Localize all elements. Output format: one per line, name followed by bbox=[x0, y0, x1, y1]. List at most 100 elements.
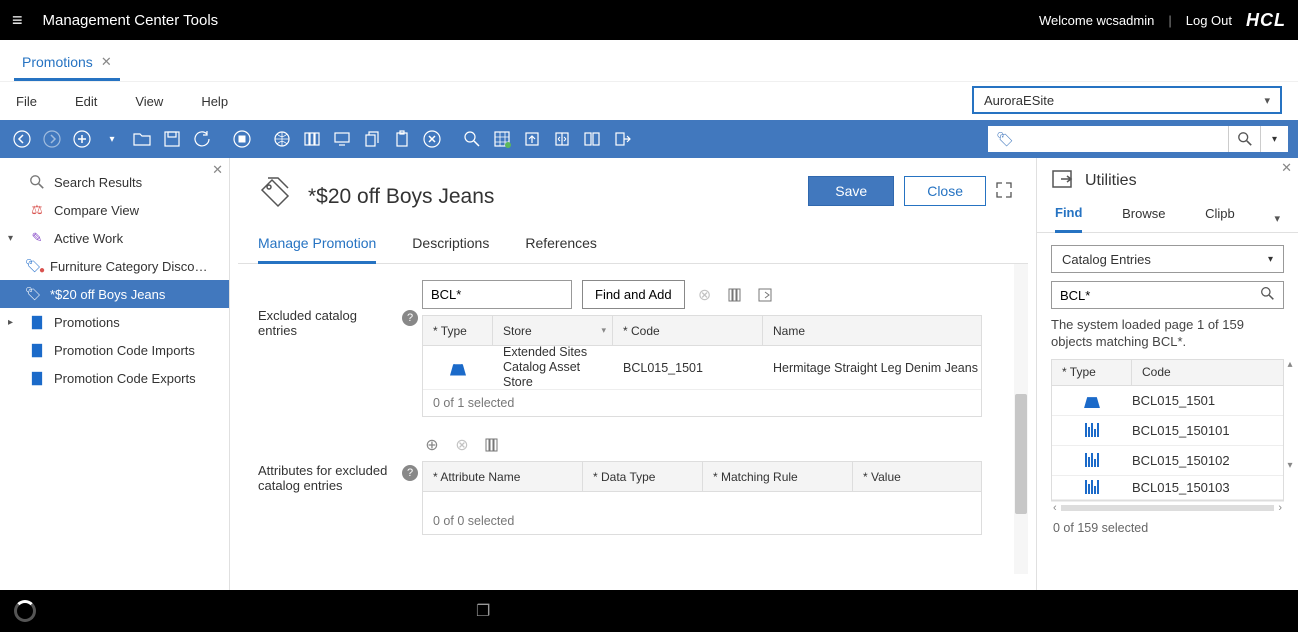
arrange-icon[interactable] bbox=[520, 127, 544, 151]
save-button[interactable]: Save bbox=[808, 176, 894, 206]
close-button[interactable]: Close bbox=[904, 176, 986, 206]
paste-icon[interactable] bbox=[390, 127, 414, 151]
tree-furniture-discount[interactable]: 🏷●Furniture Category Discount bbox=[0, 252, 229, 280]
attrs-selection-status: 0 of 0 selected bbox=[423, 508, 981, 534]
utilities-hscroll[interactable]: ‹› bbox=[1051, 501, 1284, 515]
toolbar-search-input[interactable] bbox=[1022, 126, 1228, 152]
horizontal-scrollbar[interactable] bbox=[248, 574, 1018, 590]
menu-edit[interactable]: Edit bbox=[75, 94, 97, 109]
brand-logo: HCL bbox=[1246, 10, 1286, 31]
tree-selected-promo[interactable]: 🏷*$20 off Boys Jeans bbox=[0, 280, 229, 308]
browse-icon[interactable] bbox=[755, 287, 775, 303]
edit-columns-icon[interactable] bbox=[725, 287, 745, 303]
tree-promotions[interactable]: ▸▇Promotions bbox=[0, 308, 229, 336]
col-value[interactable]: * Value bbox=[853, 462, 981, 491]
tab-descriptions[interactable]: Descriptions bbox=[412, 235, 489, 263]
tree-active-work[interactable]: ▾✎Active Work bbox=[0, 224, 229, 252]
col-matching-rule[interactable]: * Matching Rule bbox=[703, 462, 853, 491]
search-icon[interactable] bbox=[1260, 286, 1275, 304]
hamburger-icon[interactable]: ≡ bbox=[12, 10, 23, 31]
save-icon[interactable] bbox=[160, 127, 184, 151]
col-store[interactable]: Store▾ bbox=[493, 316, 613, 345]
tree-compare-view[interactable]: ⚖Compare View bbox=[0, 196, 229, 224]
utilities-search-input[interactable] bbox=[1060, 288, 1260, 303]
col-type[interactable]: * Type bbox=[423, 316, 493, 345]
search-tool-icon[interactable] bbox=[460, 127, 484, 151]
globe-icon[interactable] bbox=[270, 127, 294, 151]
monitor-icon[interactable] bbox=[330, 127, 354, 151]
separator: | bbox=[1168, 13, 1171, 28]
vertical-scrollbar[interactable] bbox=[1014, 264, 1028, 574]
back-icon[interactable] bbox=[10, 127, 34, 151]
exit-icon[interactable] bbox=[610, 127, 634, 151]
help-icon[interactable]: ? bbox=[402, 310, 418, 326]
tree-code-exports[interactable]: ▇Promotion Code Exports bbox=[0, 364, 229, 392]
attributes-table: * Attribute Name * Data Type * Matching … bbox=[422, 461, 982, 535]
page-tabs: Promotions ✕ bbox=[0, 40, 1298, 82]
expand-icon[interactable] bbox=[996, 182, 1012, 201]
close-utilities-icon[interactable]: ✕ bbox=[1281, 160, 1292, 176]
layout-icon[interactable] bbox=[550, 127, 574, 151]
col-attr-name[interactable]: * Attribute Name bbox=[423, 462, 583, 491]
util-tab-clipboard[interactable]: Clipb bbox=[1205, 206, 1235, 231]
open-icon[interactable] bbox=[130, 127, 154, 151]
sku-icon bbox=[1085, 480, 1099, 494]
col-datatype[interactable]: * Data Type bbox=[583, 462, 703, 491]
scroll-down-icon[interactable]: ▾ bbox=[1287, 460, 1292, 471]
list-item[interactable]: BCL015_150103 bbox=[1052, 476, 1283, 500]
columns-icon[interactable] bbox=[300, 127, 324, 151]
utilities-filter-select[interactable]: Catalog Entries ▾ bbox=[1051, 245, 1284, 273]
status-bar: ❐ bbox=[0, 590, 1298, 632]
tab-promotions[interactable]: Promotions ✕ bbox=[14, 44, 120, 81]
col-name[interactable]: Name bbox=[763, 316, 981, 345]
help-icon[interactable]: ? bbox=[402, 465, 418, 481]
list-item[interactable]: BCL015_1501 bbox=[1052, 386, 1283, 416]
search-dropdown-icon[interactable]: ▾ bbox=[1260, 126, 1288, 152]
sort-down-icon: ▾ bbox=[601, 325, 606, 336]
tabs-overflow-icon[interactable]: ▾ bbox=[1274, 212, 1280, 225]
section-attrs-label: Attributes for excluded catalog entries bbox=[258, 463, 396, 493]
tab-references[interactable]: References bbox=[525, 235, 597, 263]
editor-tabs: Manage Promotion Descriptions References bbox=[238, 221, 1028, 264]
find-add-button[interactable]: Find and Add bbox=[582, 280, 685, 309]
delete-icon[interactable] bbox=[420, 127, 444, 151]
excluded-entries-table: * Type Store▾ * Code Name Extended Sites… bbox=[422, 315, 982, 417]
edit-columns-icon[interactable] bbox=[482, 437, 502, 453]
tree-code-imports[interactable]: ▇Promotion Code Imports bbox=[0, 336, 229, 364]
tab-manage-promotion[interactable]: Manage Promotion bbox=[258, 235, 376, 264]
logout-link[interactable]: Log Out bbox=[1186, 13, 1232, 28]
util-tab-find[interactable]: Find bbox=[1055, 205, 1082, 233]
copy-icon[interactable] bbox=[360, 127, 384, 151]
new-dropdown-icon[interactable]: ▾ bbox=[100, 127, 124, 151]
add-icon[interactable]: ⊕ bbox=[422, 435, 442, 455]
col-code[interactable]: * Code bbox=[613, 316, 763, 345]
scroll-up-icon[interactable]: ▴ bbox=[1287, 359, 1292, 370]
split-icon[interactable] bbox=[580, 127, 604, 151]
utilities-tabs: Find Browse Clipb ▾ bbox=[1037, 205, 1298, 233]
close-tab-icon[interactable]: ✕ bbox=[101, 54, 112, 70]
list-item[interactable]: BCL015_150102 bbox=[1052, 446, 1283, 476]
window-icon[interactable]: ❐ bbox=[476, 601, 490, 621]
store-select[interactable]: AuroraESite ▾ bbox=[972, 86, 1282, 114]
refresh-icon[interactable] bbox=[190, 127, 214, 151]
list-item[interactable]: BCL015_150101 bbox=[1052, 416, 1283, 446]
tree-search-results[interactable]: Search Results bbox=[0, 168, 229, 196]
stop-icon[interactable] bbox=[230, 127, 254, 151]
util-col-type[interactable]: * Type bbox=[1052, 360, 1132, 385]
compare-icon: ⚖ bbox=[28, 202, 46, 218]
find-input[interactable] bbox=[422, 280, 572, 309]
work-icon: ✎ bbox=[28, 230, 46, 246]
top-header: ≡ Management Center Tools Welcome wcsadm… bbox=[0, 0, 1298, 40]
chevron-down-icon: ▾ bbox=[1264, 94, 1270, 107]
util-tab-browse[interactable]: Browse bbox=[1122, 206, 1165, 231]
table-row[interactable]: Extended Sites Catalog Asset Store BCL01… bbox=[423, 346, 981, 390]
menu-help[interactable]: Help bbox=[201, 94, 228, 109]
new-icon[interactable] bbox=[70, 127, 94, 151]
loading-spinner-icon bbox=[14, 600, 36, 622]
menu-file[interactable]: File bbox=[16, 94, 37, 109]
close-tree-icon[interactable]: ✕ bbox=[212, 162, 223, 178]
util-col-code[interactable]: Code bbox=[1132, 360, 1283, 385]
grid-icon[interactable] bbox=[490, 127, 514, 151]
menu-view[interactable]: View bbox=[135, 94, 163, 109]
search-icon[interactable] bbox=[1228, 126, 1260, 152]
